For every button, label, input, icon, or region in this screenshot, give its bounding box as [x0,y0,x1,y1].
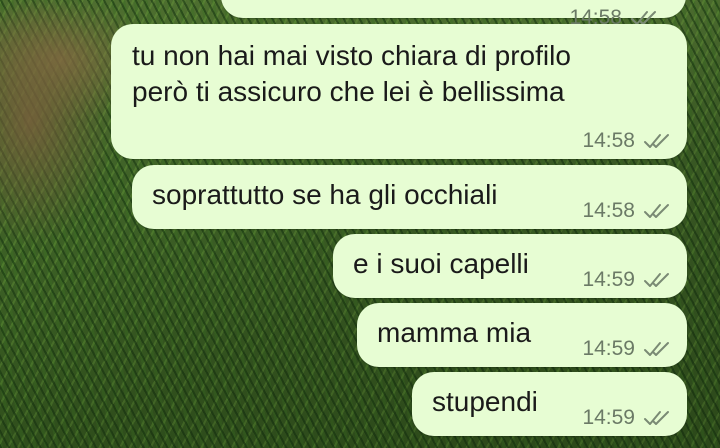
message-meta: 14:59 [582,406,671,430]
message-meta: 14:58 [582,199,671,223]
message-bubble-outgoing[interactable]: 14:58 [221,0,686,29]
message-text: mamma mia [377,317,532,348]
chat-background: 14:58 tu non hai mai visto chiara di pro… [0,0,720,448]
message-bubble-outgoing[interactable]: e i suoi capelli 14:59 [333,234,687,298]
double-check-icon [643,271,671,289]
message-bubble-outgoing[interactable]: soprattutto se ha gli occhiali 14:58 [132,165,687,229]
message-text: soprattutto se ha gli occhiali [152,179,498,210]
message-meta: 14:59 [582,337,671,361]
message-text-line: tu non hai mai visto chiara di profilo [132,40,571,71]
double-check-icon [643,340,671,358]
message-time: 14:58 [582,199,635,222]
message-time: 14:59 [582,406,635,429]
message-time: 14:59 [582,337,635,360]
double-check-icon [643,202,671,220]
message-meta: 14:58 [582,129,671,153]
message-time: 14:58 [582,129,635,152]
message-text: e i suoi capelli [353,248,529,279]
message-bubble-outgoing[interactable]: stupendi 14:59 [412,372,687,436]
message-bubble-outgoing[interactable]: tu non hai mai visto chiara di profilo p… [111,24,687,159]
message-text: stupendi [432,386,538,417]
message-time: 14:59 [582,268,635,291]
message-text-line: però ti assicuro che lei è bellissima [132,76,565,107]
double-check-icon [643,132,671,150]
message-bubble-outgoing[interactable]: mamma mia 14:59 [357,303,687,367]
double-check-icon [643,409,671,427]
message-meta: 14:59 [582,268,671,292]
